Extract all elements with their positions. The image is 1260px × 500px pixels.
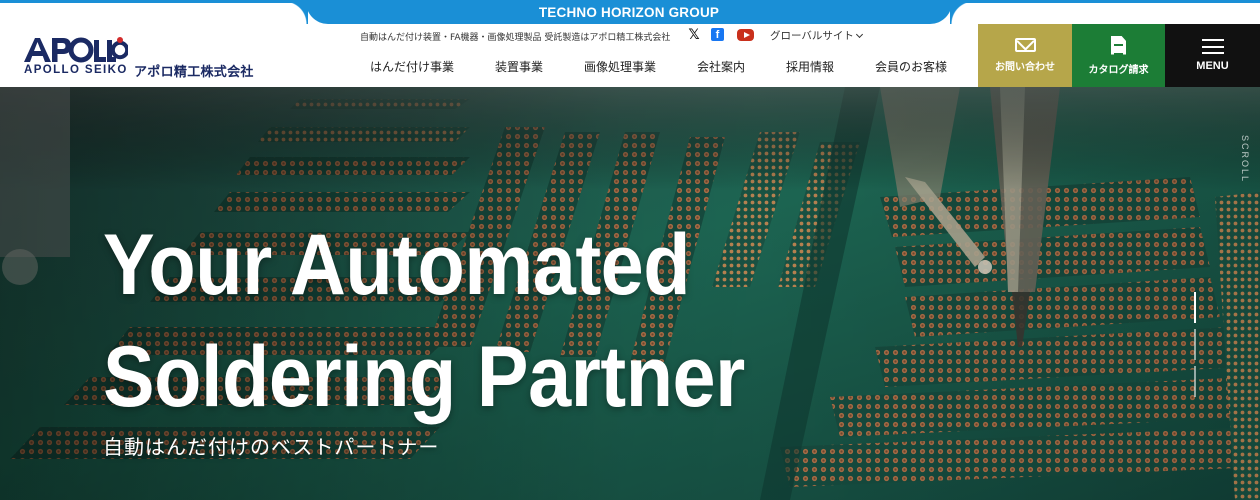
nav-item-soldering[interactable]: はんだ付け事業 — [370, 58, 454, 75]
slide-indicator — [1194, 292, 1196, 397]
header-tagline: 自動はんだ付け装置・FA機器・画像処理製品 受託製造はアポロ精工株式会社 — [360, 33, 671, 43]
nav-item-members[interactable]: 会員のお客様 — [875, 58, 947, 75]
group-bar: TECHNO HORIZON GROUP — [0, 0, 1260, 24]
hamburger-icon — [1201, 39, 1224, 54]
logo[interactable]: APOLLO SEIKO アポロ精工株式会社 — [24, 36, 274, 80]
chevron-down-icon — [855, 30, 863, 38]
x-glyph: 𝕏 — [688, 25, 700, 42]
slide-indicator-bar-1[interactable] — [1194, 292, 1196, 323]
catalog-label: カタログ請求 — [1088, 64, 1149, 76]
hero-title-line2: Soldering Partner — [103, 329, 745, 425]
logo-en-text: APOLLO SEIKO — [24, 64, 128, 76]
global-site-label: グローバルサイト — [770, 30, 854, 42]
catalog-button[interactable]: カタログ請求 — [1072, 24, 1165, 87]
contact-label: お問い合わせ — [995, 62, 1055, 73]
slide-indicator-bar-2[interactable] — [1194, 329, 1196, 360]
facebook-icon[interactable]: f — [711, 28, 724, 41]
hero-section: Your Automated Soldering Partner 自動はんだ付け… — [0, 87, 1260, 500]
slide-indicator-bar-3[interactable] — [1194, 366, 1196, 397]
global-site-dropdown[interactable]: グローバルサイト — [770, 28, 863, 43]
group-tab-label: TECHNO HORIZON GROUP — [538, 4, 720, 20]
hero-subtitle: 自動はんだ付けのベストパートナー — [103, 435, 440, 459]
x-icon[interactable]: 𝕏 — [686, 25, 702, 42]
youtube-icon[interactable] — [737, 29, 754, 41]
logo-jp-text: アポロ精工株式会社 — [134, 65, 254, 80]
nav-item-recruit[interactable]: 採用情報 — [786, 58, 834, 75]
site-header: APOLLO SEIKO アポロ精工株式会社 自動はんだ付け装置・FA機器・画像… — [0, 24, 1260, 87]
document-icon — [1111, 35, 1126, 55]
menu-label: MENU — [1196, 60, 1229, 72]
mail-icon — [1014, 38, 1036, 52]
nav-item-image-processing[interactable]: 画像処理事業 — [584, 58, 656, 75]
apollo-logo-mark — [24, 37, 128, 63]
nav-item-company[interactable]: 会社案内 — [697, 58, 745, 75]
hero-title: Your Automated Soldering Partner — [103, 209, 745, 433]
hero-title-line1: Your Automated — [103, 217, 691, 313]
contact-button[interactable]: お問い合わせ — [978, 24, 1072, 87]
nav-item-equipment[interactable]: 装置事業 — [495, 58, 543, 75]
menu-button[interactable]: MENU — [1165, 24, 1260, 87]
group-tab-link[interactable]: TECHNO HORIZON GROUP — [284, 0, 974, 24]
facebook-glyph: f — [715, 28, 720, 41]
scroll-indicator[interactable]: SCROLL — [1240, 135, 1250, 183]
